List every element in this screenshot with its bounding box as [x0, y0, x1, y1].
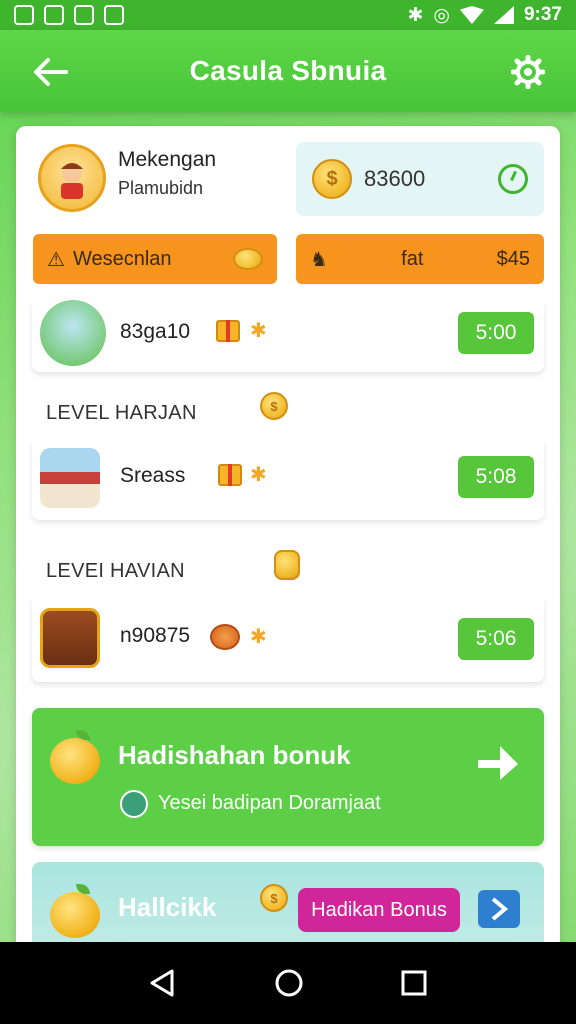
timer-button[interactable]: 5:00 — [458, 312, 534, 354]
system-nav-bar — [0, 942, 576, 1024]
bonus-title: Hadishahan bonuk — [118, 740, 351, 770]
signal-icon — [493, 6, 514, 24]
pawn-icon: ♞ — [310, 248, 328, 271]
reward-button[interactable]: ♞ fat $45 — [296, 234, 544, 284]
row-label: n90875 — [120, 624, 191, 647]
chevron-right-icon[interactable] — [478, 890, 520, 928]
house-thumbnail-icon — [40, 448, 100, 508]
page-title: Casula Sbnuia — [189, 55, 387, 86]
back-button[interactable] — [30, 52, 70, 92]
timer-button[interactable]: 5:06 — [458, 618, 534, 660]
coin-icon: $ — [260, 884, 288, 912]
sparkle-icon: ✱ — [250, 464, 267, 486]
character-thumbnail-icon — [40, 300, 106, 366]
nav-home-icon[interactable] — [274, 968, 304, 998]
clock-icon — [498, 164, 528, 194]
hadikan-bonus-button[interactable]: Hadikan Bonus — [298, 888, 460, 932]
coin-stack-icon — [233, 248, 263, 270]
section-title: LEVEI HAVIAN — [46, 560, 185, 582]
status-bar: ✱ ◎ 9:37 — [0, 0, 576, 30]
bonus-subtitle: Yesei badipan Doramjaat — [158, 792, 381, 814]
profile-subtitle: Plamubidn — [118, 178, 204, 198]
gear-icon — [511, 55, 545, 89]
info-icon — [120, 790, 148, 818]
gift-icon — [216, 320, 240, 342]
reward-value: $45 — [496, 247, 530, 270]
bonus-banner[interactable]: Hadishahan bonuk Yesei badipan Doramjaat — [32, 708, 544, 846]
coin-icon: $ — [260, 392, 288, 420]
timer-button[interactable]: 5:08 — [458, 456, 534, 498]
balance-amount: 83600 — [364, 166, 426, 191]
chevron-glyph-icon — [491, 897, 509, 921]
list-item[interactable]: n90875 ✱ 5:06 — [32, 594, 544, 682]
treasure-chest-icon — [40, 608, 100, 668]
bluetooth-icon: ✱ — [407, 4, 424, 26]
reward-middle-label: fat — [401, 247, 424, 270]
balance-panel[interactable]: $ 83600 — [296, 142, 544, 216]
wesecnlan-label: Wesecnlan — [72, 247, 172, 270]
arrow-right-icon[interactable] — [476, 742, 520, 782]
row-label: Sreass — [120, 464, 186, 487]
warning-icon: ⚠ — [47, 248, 65, 271]
nav-back-icon[interactable] — [148, 968, 178, 998]
gift-icon — [218, 464, 242, 486]
notification-icon — [104, 5, 124, 25]
golden-apple-icon — [50, 884, 100, 938]
profile-name: Mekengan — [118, 148, 217, 171]
app-bar: Casula Sbnuia — [0, 30, 576, 112]
avatar[interactable] — [38, 144, 106, 212]
golden-apple-icon — [50, 730, 100, 784]
list-item[interactable]: 83ga10 ✱ 5:00 — [32, 298, 544, 372]
coin-stack-icon — [274, 550, 300, 580]
status-time: 9:37 — [523, 4, 562, 25]
sparkle-icon: ✱ — [250, 320, 267, 342]
notification-icon — [44, 5, 64, 25]
notification-icon — [74, 5, 94, 25]
notification-icon — [14, 5, 34, 25]
notification-icons — [14, 5, 124, 25]
coin-stack-icon — [210, 624, 240, 650]
settings-button[interactable] — [508, 52, 548, 92]
wifi-icon — [459, 6, 484, 24]
character-avatar-icon — [61, 163, 83, 199]
bonus-card-title: Hallcikk — [118, 892, 217, 922]
list-item[interactable]: Sreass ✱ 5:08 — [32, 436, 544, 520]
coin-icon: $ — [312, 159, 352, 199]
sparkle-icon: ✱ — [250, 626, 267, 648]
back-arrow-icon — [34, 58, 68, 86]
alarm-icon: ◎ — [433, 4, 450, 26]
nav-recents-icon[interactable] — [400, 969, 428, 997]
section-title: LEVEL HARJAN — [46, 402, 197, 424]
row-label: 83ga10 — [120, 320, 191, 343]
wesecnlan-button[interactable]: ⚠ Wesecnlan — [33, 234, 277, 284]
